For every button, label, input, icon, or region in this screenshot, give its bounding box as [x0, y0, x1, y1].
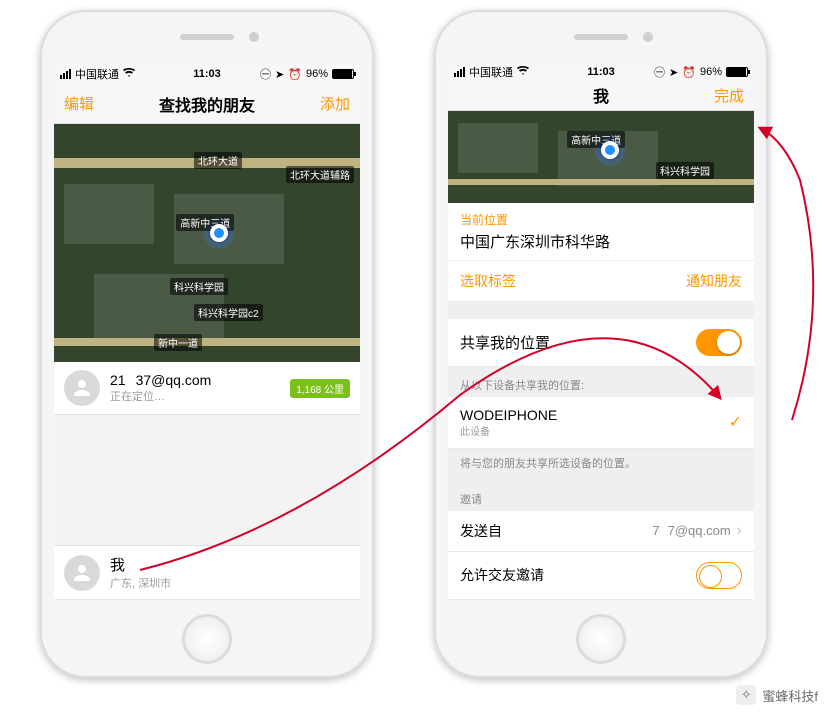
device-group-header: 从以下设备共享我的位置: — [448, 367, 754, 397]
speaker-slot — [574, 34, 628, 40]
location-pin[interactable]: 高新中三道 — [202, 216, 236, 250]
battery-icon — [726, 67, 748, 77]
done-button[interactable]: 完成 — [714, 85, 744, 106]
me-sub: 广东, 深圳市 — [110, 575, 350, 591]
home-button[interactable] — [182, 614, 232, 664]
allow-invite-toggle[interactable] — [696, 562, 742, 589]
send-from-suffix: 7@qq.com — [668, 523, 731, 538]
speaker-slot — [180, 34, 234, 40]
screen-left: 中国联通 11:03 ㊀ ➤ ⏰ 96% 编辑 查找我的朋友 添加 — [54, 64, 360, 600]
current-location-cell[interactable]: 当前位置 中国广东深圳市科华路 — [448, 203, 754, 261]
avatar-icon — [64, 370, 100, 406]
avatar-icon — [64, 555, 100, 591]
location-pin[interactable]: 高新中三道 — [593, 133, 627, 167]
clock: 11:03 — [448, 66, 754, 78]
nav-bar: 编辑 查找我的朋友 添加 — [54, 84, 360, 124]
edit-button[interactable]: 编辑 — [64, 93, 94, 114]
road-label: 科兴科学园 — [170, 278, 228, 295]
phone-left: 中国联通 11:03 ㊀ ➤ ⏰ 96% 编辑 查找我的朋友 添加 — [40, 10, 374, 678]
friend-row[interactable]: 21 37@qq.com 正在定位… 1,168 公里 — [54, 362, 360, 415]
send-from-label: 发送自 — [460, 521, 502, 541]
map-view[interactable]: 科兴科学园 高新中三道 — [448, 111, 754, 203]
current-location-value: 中国广东深圳市科华路 — [460, 231, 742, 252]
allow-invite-cell: 允许交友邀请 — [448, 552, 754, 600]
empty-area — [54, 415, 360, 545]
phone-right: 中国联通 11:03 ㊀ ➤ ⏰ 96% 我 完成 科兴科学园 — [434, 10, 768, 678]
send-from-prefix: 7 — [652, 523, 659, 538]
allow-invite-label: 允许交友邀请 — [460, 565, 544, 585]
distance-badge: 1,168 公里 — [290, 379, 350, 398]
share-location-toggle[interactable] — [696, 329, 742, 356]
battery-icon — [332, 69, 354, 79]
front-camera — [249, 32, 259, 42]
send-from-cell[interactable]: 发送自 7 7@qq.com › — [448, 511, 754, 552]
screen-right: 中国联通 11:03 ㊀ ➤ ⏰ 96% 我 完成 科兴科学园 — [448, 64, 754, 600]
road-label: 科兴科学园c2 — [194, 304, 263, 321]
wechat-icon: ✧ — [736, 685, 756, 705]
road-label: 北环大道 — [194, 152, 242, 169]
friend-name-prefix: 21 — [110, 372, 126, 388]
clock: 11:03 — [54, 68, 360, 80]
device-name: WODEIPHONE — [460, 407, 557, 423]
notify-friends-button[interactable]: 通知朋友 — [686, 271, 742, 291]
me-label: 我 — [110, 554, 350, 575]
add-button[interactable]: 添加 — [320, 93, 350, 114]
device-row[interactable]: WODEIPHONE 此设备 ✓ — [448, 397, 754, 449]
status-bar: 中国联通 11:03 ㊀ ➤ ⏰ 96% — [448, 64, 754, 80]
me-row[interactable]: 我 广东, 深圳市 — [54, 545, 360, 600]
nav-bar: 我 完成 — [448, 80, 754, 111]
page-title: 查找我的朋友 — [54, 92, 360, 116]
home-button[interactable] — [576, 614, 626, 664]
watermark: ✧ 蜜蜂科技f — [736, 685, 818, 705]
current-location-label: 当前位置 — [460, 211, 742, 228]
select-tag-button[interactable]: 选取标签 — [460, 271, 516, 291]
friend-status: 正在定位… — [110, 388, 290, 404]
road-label: 北环大道辅路 — [286, 166, 354, 183]
page-title: 我 — [448, 83, 754, 107]
road-label: 新中一道 — [154, 334, 202, 351]
share-location-label: 共享我的位置 — [460, 332, 550, 353]
checkmark-icon: ✓ — [729, 412, 742, 432]
invite-header: 邀请 — [448, 481, 754, 511]
watermark-text: 蜜蜂科技f — [762, 686, 818, 705]
chevron-right-icon: › — [737, 522, 742, 540]
road-label: 科兴科学园 — [656, 162, 714, 179]
friend-name-suffix: 37@qq.com — [136, 372, 212, 388]
map-view[interactable]: 北环大道 北环大道辅路 科兴科学园 科兴科学园c2 新中一道 高新中三道 — [54, 124, 360, 362]
tag-row: 选取标签 通知朋友 — [448, 261, 754, 302]
status-bar: 中国联通 11:03 ㊀ ➤ ⏰ 96% — [54, 64, 360, 84]
device-sub: 此设备 — [460, 423, 557, 438]
front-camera — [643, 32, 653, 42]
device-group-footer: 将与您的朋友共享所选设备的位置。 — [448, 449, 754, 481]
share-location-cell: 共享我的位置 — [448, 319, 754, 367]
